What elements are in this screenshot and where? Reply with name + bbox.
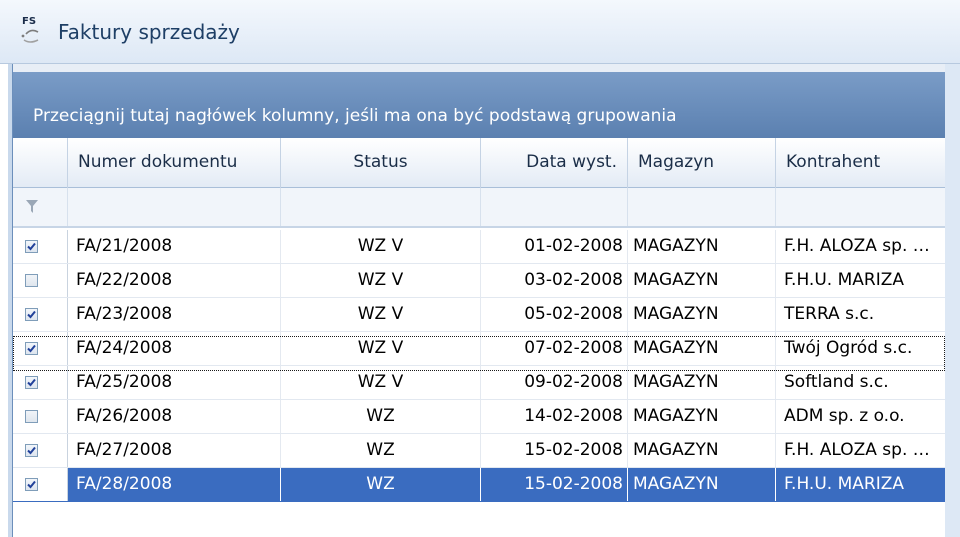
group-panel-strip xyxy=(13,64,945,72)
group-by-hint: Przeciągnij tutaj nagłówek kolumny, jeśl… xyxy=(33,106,677,126)
cell-numer-dokumentu[interactable]: FA/26/2008 xyxy=(68,400,281,433)
checkmark-icon xyxy=(27,344,36,353)
cell-data-wyst[interactable]: 05-02-2008 xyxy=(481,298,628,331)
cell-numer-dokumentu[interactable]: FA/25/2008 xyxy=(68,366,281,399)
cell-status[interactable]: WZ V xyxy=(281,264,481,297)
cell-status[interactable]: WZ V xyxy=(281,298,481,331)
cell-data-wyst[interactable]: 03-02-2008 xyxy=(481,264,628,297)
checkbox-checked[interactable] xyxy=(25,240,38,253)
table-row[interactable]: FA/23/2008 WZ V 05-02-2008 MAGAZYN TERRA s.c… xyxy=(13,298,945,332)
cell-numer-dokumentu[interactable]: FA/24/2008 xyxy=(68,332,281,365)
cell-magazyn[interactable]: MAGAZYN xyxy=(628,400,776,433)
table-row[interactable]: FA/22/2008 WZ V 03-02-2008 MAGAZYN F.H.U. MA… xyxy=(13,264,945,298)
cell-numer-dokumentu[interactable]: FA/22/2008 xyxy=(68,264,281,297)
checkmark-icon xyxy=(27,378,36,387)
cell-status[interactable]: WZ xyxy=(281,400,481,433)
window-title-bar: FS Faktury sprzedaży xyxy=(0,0,960,64)
filter-numer-dokumentu[interactable] xyxy=(68,188,281,226)
filter-data-wyst[interactable] xyxy=(481,188,628,226)
checkmark-icon xyxy=(27,480,36,489)
cell-numer-dokumentu[interactable]: FA/21/2008 xyxy=(68,230,281,263)
funnel-icon xyxy=(26,200,38,213)
checkmark-icon xyxy=(27,310,36,319)
row-checkbox-cell[interactable] xyxy=(13,468,68,501)
filter-row xyxy=(13,188,945,228)
cell-kontrahent[interactable]: F.H.U. MARIZA xyxy=(776,468,945,501)
cell-magazyn[interactable]: MAGAZYN xyxy=(628,468,776,501)
cell-numer-dokumentu[interactable]: FA/23/2008 xyxy=(68,298,281,331)
cell-data-wyst[interactable]: 15-02-2008 xyxy=(481,468,628,501)
cell-numer-dokumentu[interactable]: FA/28/2008 xyxy=(68,468,281,501)
cell-data-wyst[interactable]: 09-02-2008 xyxy=(481,366,628,399)
cell-status[interactable]: WZ xyxy=(281,434,481,467)
group-by-panel[interactable]: Przeciągnij tutaj nagłówek kolumny, jeśl… xyxy=(13,72,945,138)
table-row[interactable]: FA/21/2008 WZ V 01-02-2008 MAGAZYN F.H. ALOZ… xyxy=(13,230,945,264)
column-header-row: Numer dokumentu Status Data wyst. Magazy… xyxy=(13,138,945,188)
cell-kontrahent[interactable]: TERRA s.c. xyxy=(776,298,945,331)
checkbox-checked[interactable] xyxy=(25,478,38,491)
cell-kontrahent[interactable]: F.H. ALOZA sp. … xyxy=(776,230,945,263)
table-row[interactable]: FA/24/2008 WZ V 07-02-2008 MAGAZYN Twój Ogró… xyxy=(13,332,945,366)
table-row[interactable]: FA/26/2008 WZ 14-02-2008 MAGAZYN ADM sp. z o… xyxy=(13,400,945,434)
row-checkbox-cell[interactable] xyxy=(13,400,68,433)
cell-magazyn[interactable]: MAGAZYN xyxy=(628,434,776,467)
header-status[interactable]: Status xyxy=(281,138,481,188)
row-checkbox-cell[interactable] xyxy=(13,434,68,467)
sales-invoice-icon: FS xyxy=(20,16,50,46)
cell-magazyn[interactable]: MAGAZYN xyxy=(628,298,776,331)
row-checkbox-cell[interactable] xyxy=(13,298,68,331)
cell-data-wyst[interactable]: 15-02-2008 xyxy=(481,434,628,467)
header-data-wyst[interactable]: Data wyst. xyxy=(481,138,628,188)
filter-check-cell[interactable] xyxy=(13,188,68,226)
cell-status[interactable]: WZ V xyxy=(281,332,481,365)
cell-kontrahent[interactable]: F.H.U. MARIZA xyxy=(776,264,945,297)
cell-data-wyst[interactable]: 01-02-2008 xyxy=(481,230,628,263)
checkbox-checked[interactable] xyxy=(25,444,38,457)
cell-kontrahent[interactable]: Twój Ogród s.c. xyxy=(776,332,945,365)
header-magazyn[interactable]: Magazyn xyxy=(628,138,776,188)
header-numer-dokumentu[interactable]: Numer dokumentu xyxy=(68,138,281,188)
checkbox-unchecked[interactable] xyxy=(25,410,38,423)
row-checkbox-cell[interactable] xyxy=(13,366,68,399)
table-row[interactable]: FA/25/2008 WZ V 09-02-2008 MAGAZYN Softland … xyxy=(13,366,945,400)
checkbox-checked[interactable] xyxy=(25,342,38,355)
cell-magazyn[interactable]: MAGAZYN xyxy=(628,230,776,263)
cell-status[interactable]: WZ xyxy=(281,468,481,501)
cell-data-wyst[interactable]: 14-02-2008 xyxy=(481,400,628,433)
cell-status[interactable]: WZ V xyxy=(281,230,481,263)
header-check-column[interactable] xyxy=(13,138,68,188)
checkbox-unchecked[interactable] xyxy=(25,274,38,287)
row-checkbox-cell[interactable] xyxy=(13,264,68,297)
icon-label: FS xyxy=(22,16,37,27)
cell-kontrahent[interactable]: Softland s.c. xyxy=(776,366,945,399)
filter-magazyn[interactable] xyxy=(628,188,776,226)
cell-magazyn[interactable]: MAGAZYN xyxy=(628,366,776,399)
cell-status[interactable]: WZ V xyxy=(281,366,481,399)
cell-data-wyst[interactable]: 07-02-2008 xyxy=(481,332,628,365)
filter-kontrahent[interactable] xyxy=(776,188,945,226)
window-title: Faktury sprzedaży xyxy=(58,20,240,44)
row-checkbox-cell[interactable] xyxy=(13,230,68,263)
checkmark-icon xyxy=(27,242,36,251)
row-checkbox-cell[interactable] xyxy=(13,332,68,365)
checkbox-checked[interactable] xyxy=(25,308,38,321)
filter-status[interactable] xyxy=(281,188,481,226)
cell-kontrahent[interactable]: F.H. ALOZA sp. … xyxy=(776,434,945,467)
invoice-grid: Przeciągnij tutaj nagłówek kolumny, jeśl… xyxy=(12,64,945,537)
checkmark-icon xyxy=(27,446,36,455)
cell-numer-dokumentu[interactable]: FA/27/2008 xyxy=(68,434,281,467)
window-frame-right xyxy=(944,64,960,537)
header-kontrahent[interactable]: Kontrahent xyxy=(776,138,945,188)
cell-magazyn[interactable]: MAGAZYN xyxy=(628,332,776,365)
cell-magazyn[interactable]: MAGAZYN xyxy=(628,264,776,297)
table-row[interactable]: FA/27/2008 WZ 15-02-2008 MAGAZYN F.H. ALOZA … xyxy=(13,434,945,468)
table-row[interactable]: FA/28/2008 WZ 15-02-2008 MAGAZYN F.H.U. MARI… xyxy=(13,468,945,502)
checkbox-checked[interactable] xyxy=(25,376,38,389)
cell-kontrahent[interactable]: ADM sp. z o.o. xyxy=(776,400,945,433)
